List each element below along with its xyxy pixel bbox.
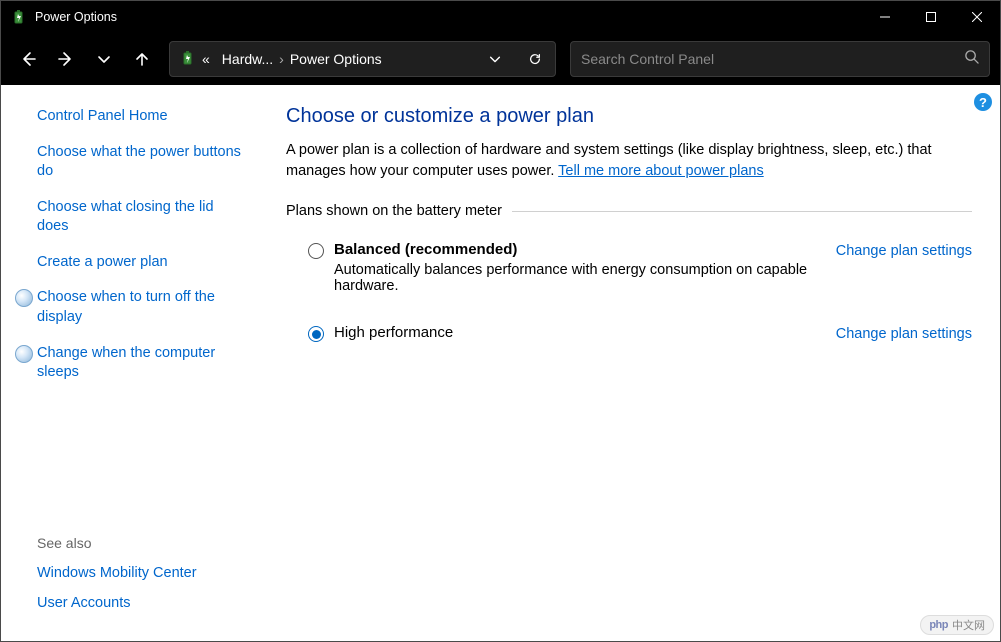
plan-balanced-change-link[interactable]: Change plan settings bbox=[836, 243, 972, 259]
titlebar: Power Options bbox=[1, 1, 1000, 33]
plan-balanced-name[interactable]: Balanced (recommended) bbox=[334, 241, 816, 258]
window-title: Power Options bbox=[35, 10, 117, 24]
plans-group-label: Plans shown on the battery meter bbox=[286, 203, 512, 219]
maximize-button[interactable] bbox=[908, 1, 954, 33]
refresh-button[interactable] bbox=[515, 42, 555, 76]
plan-balanced-radio[interactable] bbox=[308, 243, 324, 259]
watermark-text: 中文网 bbox=[952, 617, 985, 633]
sidebar-link-display-off[interactable]: Choose when to turn off the display bbox=[37, 288, 248, 327]
sidebar: Control Panel Home Choose what the power… bbox=[1, 85, 266, 641]
watermark-brand: php bbox=[929, 619, 948, 631]
breadcrumb-power-options[interactable]: Power Options bbox=[284, 51, 388, 67]
content-area: ? Control Panel Home Choose what the pow… bbox=[1, 85, 1000, 641]
close-button[interactable] bbox=[954, 1, 1000, 33]
navbar: « Hardw... › Power Options bbox=[1, 33, 1000, 85]
sidebar-link-create-plan[interactable]: Create a power plan bbox=[37, 253, 248, 273]
control-panel-home-link[interactable]: Control Panel Home bbox=[37, 107, 248, 127]
see-also-mobility-center[interactable]: Windows Mobility Center bbox=[37, 565, 248, 581]
search-input[interactable] bbox=[581, 51, 964, 67]
plan-high-performance-name[interactable]: High performance bbox=[334, 324, 816, 341]
breadcrumb-hardware[interactable]: Hardw... bbox=[216, 51, 279, 67]
plan-balanced: Balanced (recommended) Automatically bal… bbox=[286, 233, 972, 302]
plan-high-performance-radio[interactable] bbox=[308, 326, 324, 342]
location-icon bbox=[180, 50, 196, 69]
sidebar-link-closing-lid[interactable]: Choose what closing the lid does bbox=[37, 198, 248, 237]
page-description: A power plan is a collection of hardware… bbox=[286, 140, 972, 182]
page-heading: Choose or customize a power plan bbox=[286, 105, 972, 128]
window: Power Options « Hardw... › Power Options bbox=[0, 0, 1001, 642]
breadcrumb-prefix[interactable]: « bbox=[196, 51, 216, 67]
plan-high-performance: High performance Change plan settings bbox=[286, 316, 972, 350]
address-history-button[interactable] bbox=[475, 42, 515, 76]
up-button[interactable] bbox=[125, 42, 159, 76]
watermark: php 中文网 bbox=[920, 615, 994, 635]
see-also-label: See also bbox=[37, 535, 248, 551]
plans-group-header: Plans shown on the battery meter bbox=[286, 202, 972, 219]
minimize-button[interactable] bbox=[862, 1, 908, 33]
back-button[interactable] bbox=[11, 42, 45, 76]
app-icon bbox=[11, 9, 27, 25]
help-icon[interactable]: ? bbox=[974, 93, 992, 111]
forward-button[interactable] bbox=[49, 42, 83, 76]
plan-high-performance-change-link[interactable]: Change plan settings bbox=[836, 326, 972, 342]
see-also-user-accounts[interactable]: User Accounts bbox=[37, 595, 248, 611]
recent-dropdown-button[interactable] bbox=[87, 42, 121, 76]
main-panel: Choose or customize a power plan A power… bbox=[266, 85, 1000, 641]
search-icon[interactable] bbox=[964, 49, 979, 69]
sidebar-link-sleep[interactable]: Change when the computer sleeps bbox=[37, 344, 248, 383]
sidebar-link-power-buttons[interactable]: Choose what the power buttons do bbox=[37, 143, 248, 182]
address-bar[interactable]: « Hardw... › Power Options bbox=[169, 41, 556, 77]
plan-balanced-desc: Automatically balances performance with … bbox=[334, 262, 816, 294]
search-box[interactable] bbox=[570, 41, 990, 77]
learn-more-link[interactable]: Tell me more about power plans bbox=[558, 163, 764, 179]
